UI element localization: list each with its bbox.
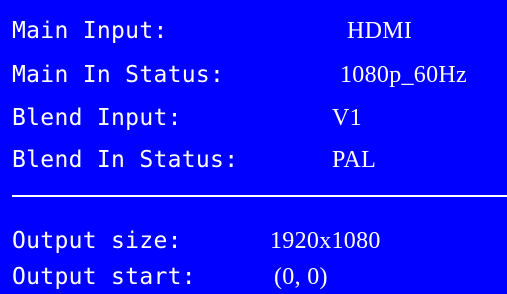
osd-status-screen: Main Input: HDMI Main In Status: 1080p_6… [0,0,507,294]
blend-input-value: V1 [332,105,362,131]
blend-in-status-label: Blend In Status: [12,147,239,173]
main-input-value: HDMI [347,18,413,44]
main-in-status-label: Main In Status: [12,62,225,88]
output-size-label: Output size: [12,228,182,254]
main-in-status-value: 1080p_60Hz [340,62,467,88]
section-divider [12,195,507,197]
output-start-value: (0, 0) [274,264,328,290]
main-input-label: Main Input: [12,18,168,44]
output-start-label: Output start: [12,264,196,290]
output-size-value: 1920x1080 [270,228,381,254]
blend-input-label: Blend Input: [12,105,182,131]
blend-in-status-value: PAL [332,147,377,173]
